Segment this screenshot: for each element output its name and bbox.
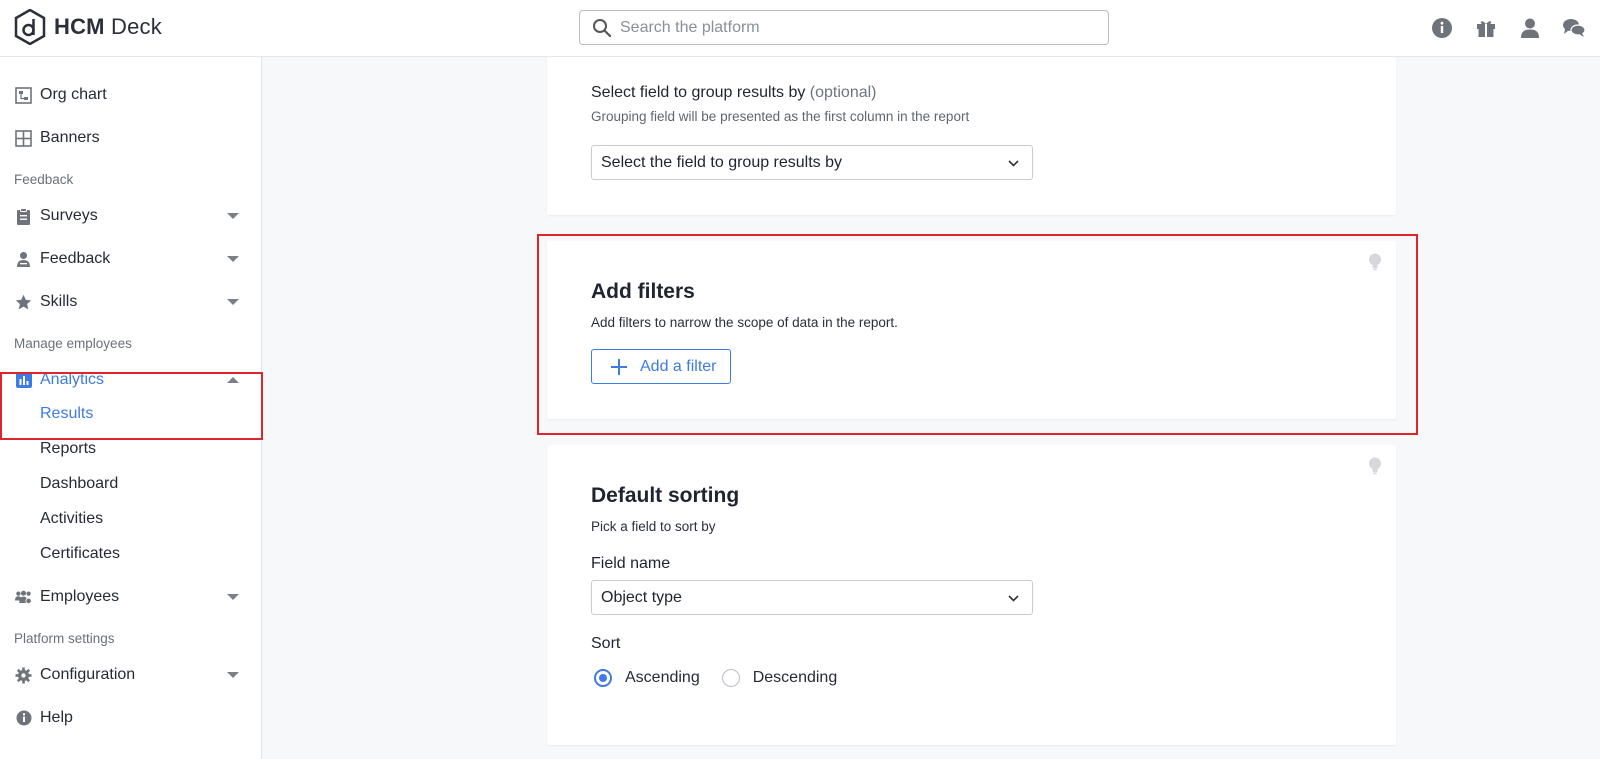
sort-ascending-radio[interactable]: Ascending: [594, 669, 700, 687]
default-sorting-title: Default sorting: [591, 484, 740, 507]
sidebar-subitem-certificates[interactable]: Certificates: [40, 545, 120, 563]
optional-label: (optional): [809, 84, 877, 101]
search-icon: [593, 18, 612, 37]
banners-icon: [15, 129, 32, 147]
gear-icon: [15, 667, 32, 684]
sidebar-item-label: Banners: [40, 129, 100, 146]
sort-ascending-label: Ascending: [625, 669, 700, 686]
field-name-select[interactable]: Object type: [591, 580, 1033, 615]
chevron-down-icon: [1008, 595, 1019, 602]
chat-icon[interactable]: [1562, 16, 1586, 40]
info-icon[interactable]: [1430, 16, 1454, 40]
radio-unchecked-icon: [721, 669, 740, 687]
sidebar-item-configuration[interactable]: Configuration: [0, 657, 262, 693]
chevron-down-icon: [227, 594, 239, 600]
group-by-card: Select field to group results by (option…: [547, 57, 1396, 215]
sidebar-subitem-activities[interactable]: Activities: [40, 510, 103, 528]
sort-descending-radio[interactable]: Descending: [721, 669, 838, 687]
chevron-down-icon: [227, 213, 239, 219]
group-by-select-value: Select the field to group results by: [601, 153, 843, 171]
gift-icon[interactable]: [1474, 16, 1498, 40]
chevron-down-icon: [227, 256, 239, 262]
lightbulb-icon[interactable]: [1368, 457, 1382, 475]
sort-radio-group: Ascending Descending: [594, 669, 859, 687]
info-icon: [15, 710, 32, 727]
section-title-platform-settings: Platform settings: [14, 631, 115, 646]
chevron-down-icon: [227, 299, 239, 305]
default-sorting-help-text: Pick a field to sort by: [591, 519, 716, 534]
annotation-highlight-sidebar: [0, 372, 263, 440]
group-by-title: Select field to group results by (option…: [591, 84, 877, 101]
sort-descending-label: Descending: [752, 669, 838, 686]
top-bar: HCM Deck: [0, 0, 1600, 57]
sidebar-item-org-chart[interactable]: Org chart: [0, 77, 262, 113]
chevron-down-icon: [227, 672, 239, 678]
sidebar-item-label: Employees: [40, 588, 120, 605]
radio-checked-icon: [594, 669, 612, 687]
sidebar-item-feedback[interactable]: Feedback: [0, 241, 262, 277]
group-by-help-text: Grouping field will be presented as the …: [591, 109, 970, 124]
section-title-manage-employees: Manage employees: [14, 336, 132, 351]
field-name-label: Field name: [591, 555, 671, 572]
section-title-feedback: Feedback: [14, 172, 74, 187]
sidebar-item-employees[interactable]: Employees: [0, 579, 262, 615]
search-input[interactable]: [620, 18, 1080, 37]
chevron-down-icon: [1008, 160, 1019, 167]
sidebar-item-label: Feedback: [40, 250, 111, 267]
annotation-highlight-filters: [537, 234, 1418, 435]
sidebar-item-label: Skills: [40, 293, 78, 310]
sidebar-item-help[interactable]: Help: [0, 700, 262, 736]
logo-hex-icon: [14, 9, 46, 45]
sort-label: Sort: [591, 635, 621, 652]
sidebar-item-banners[interactable]: Banners: [0, 120, 262, 156]
sidebar-subitem-dashboard[interactable]: Dashboard: [40, 475, 118, 493]
group-by-select[interactable]: Select the field to group results by: [591, 145, 1033, 180]
sidebar-item-label: Org chart: [40, 86, 107, 103]
default-sorting-card: Default sorting Pick a field to sort by …: [547, 445, 1396, 745]
sidebar-item-surveys[interactable]: Surveys: [0, 198, 262, 234]
clipboard-icon: [15, 207, 32, 225]
star-icon: [15, 294, 32, 311]
sidebar-subitem-reports[interactable]: Reports: [40, 440, 96, 458]
org-chart-icon: [15, 86, 32, 104]
top-icons: [1410, 16, 1586, 40]
logo[interactable]: HCM Deck: [14, 9, 162, 45]
sidebar-item-label: Configuration: [40, 666, 136, 683]
field-name-select-value: Object type: [601, 588, 682, 606]
logo-text: HCM Deck: [54, 14, 162, 39]
sidebar-item-label: Help: [40, 709, 73, 726]
search-box[interactable]: [579, 10, 1109, 45]
people-icon: [15, 589, 32, 606]
sidebar-item-label: Surveys: [40, 207, 98, 224]
person-feedback-icon: [15, 251, 32, 268]
user-icon[interactable]: [1518, 16, 1542, 40]
sidebar-item-skills[interactable]: Skills: [0, 284, 262, 320]
